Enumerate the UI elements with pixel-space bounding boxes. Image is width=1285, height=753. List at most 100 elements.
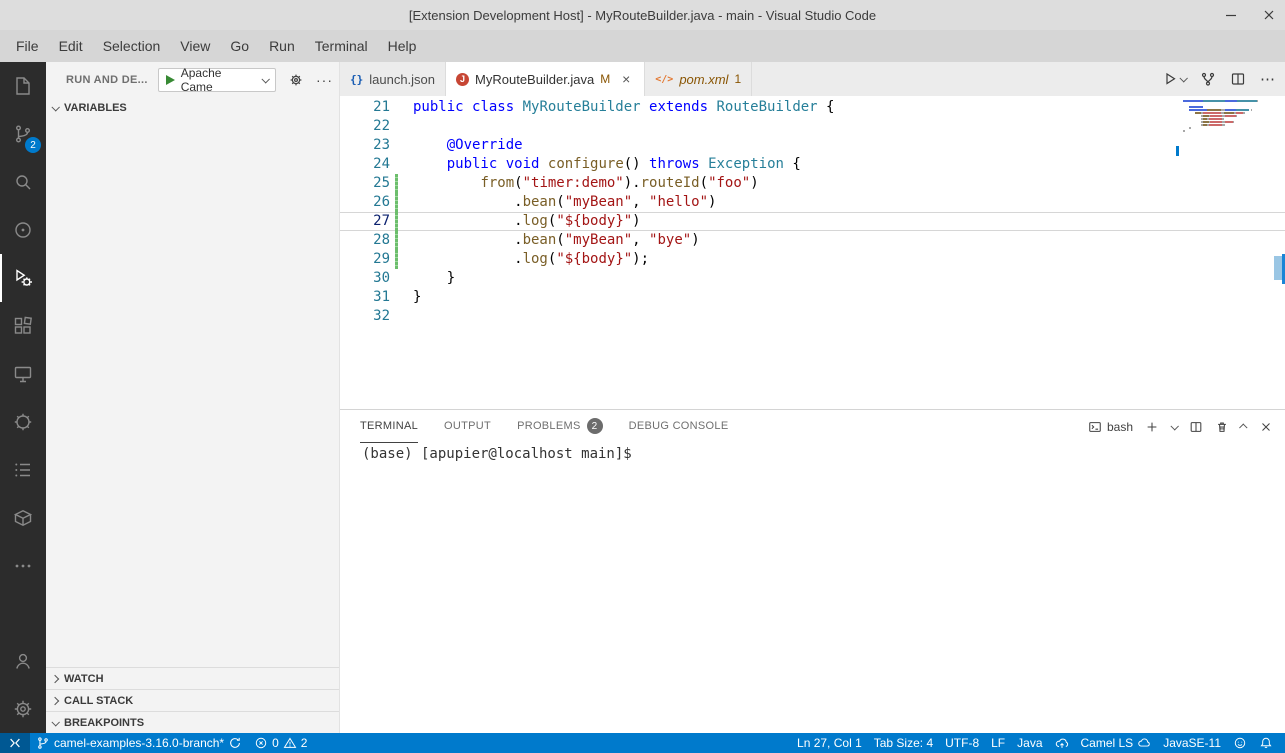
eol-status[interactable]: LF [985, 733, 1011, 753]
camel-ls-status[interactable]: Camel LS [1075, 733, 1158, 753]
breakpoint-gutter[interactable] [340, 117, 360, 136]
open-changes-icon[interactable] [1200, 71, 1216, 87]
sidebar-item-run-and-debug[interactable] [0, 254, 46, 302]
code-line[interactable]: 23 @Override [340, 136, 1285, 155]
sidebar-item-search[interactable] [0, 158, 46, 206]
watch-section-header[interactable]: WATCH [46, 667, 339, 689]
branch-icon [36, 736, 50, 750]
sidebar-item-remote-explorer[interactable] [0, 350, 46, 398]
overview-ruler[interactable] [1271, 96, 1285, 409]
sidebar-item-extensions[interactable] [0, 302, 46, 350]
start-debugging-icon[interactable] [166, 75, 175, 85]
launch-profile-chevron-icon[interactable] [1170, 422, 1178, 430]
feedback-status[interactable] [1227, 733, 1253, 753]
breakpoint-gutter[interactable] [340, 174, 360, 193]
code-line[interactable]: 30 } [340, 269, 1285, 288]
code-line[interactable]: 25 from("timer:demo").routeId("foo") [340, 174, 1285, 193]
kill-terminal-icon[interactable] [1215, 420, 1229, 434]
minimize-button[interactable] [1223, 7, 1239, 23]
sidebar-item-explorer[interactable] [0, 62, 46, 110]
menu-file[interactable]: File [6, 34, 49, 58]
menu-run[interactable]: Run [259, 34, 305, 58]
debug-config-dropdown[interactable]: Apache Came [158, 68, 276, 92]
tab-myroutebuilder-java[interactable]: J MyRouteBuilder.java M × [446, 62, 645, 96]
sidebar-item-camel[interactable] [0, 398, 46, 446]
sidebar-item-containers[interactable] [0, 494, 46, 542]
terminal-shell-picker[interactable]: bash [1088, 420, 1133, 434]
breakpoint-gutter[interactable] [340, 307, 360, 326]
cursor-position-status[interactable]: Ln 27, Col 1 [791, 733, 868, 753]
more-actions-icon[interactable]: ⋯ [1260, 70, 1275, 88]
indentation-status[interactable]: Tab Size: 4 [868, 733, 939, 753]
git-added-marker [395, 231, 398, 250]
line-number: 30 [360, 269, 390, 288]
breakpoint-gutter[interactable] [340, 98, 360, 117]
code-line[interactable]: 21public class MyRouteBuilder extends Ro… [340, 98, 1285, 117]
breakpoint-gutter[interactable] [340, 136, 360, 155]
git-added-marker [395, 193, 398, 212]
accounts-button[interactable] [0, 637, 46, 685]
new-terminal-icon[interactable] [1145, 420, 1159, 434]
code-line[interactable]: 26 .bean("myBean", "hello") [340, 193, 1285, 212]
tab-output[interactable]: OUTPUT [444, 410, 491, 443]
tab-launch-json[interactable]: {} launch.json [340, 62, 446, 96]
breakpoint-gutter[interactable] [340, 250, 360, 269]
code-line[interactable]: 28 .bean("myBean", "bye") [340, 231, 1285, 250]
breakpoint-gutter[interactable] [340, 231, 360, 250]
breakpoints-section-header[interactable]: BREAKPOINTS [46, 711, 339, 733]
breakpoint-gutter[interactable] [340, 288, 360, 307]
warning-icon [283, 736, 297, 750]
menu-bar: File Edit Selection View Go Run Terminal… [0, 30, 1285, 62]
code-line[interactable]: 22 [340, 117, 1285, 136]
scm-badge: 2 [25, 137, 41, 153]
views-and-more-actions-button[interactable]: ··· [316, 72, 333, 88]
close-tab-icon[interactable]: × [618, 71, 634, 87]
breakpoint-gutter[interactable] [340, 193, 360, 212]
git-branch-status[interactable]: camel-examples-3.16.0-branch* [30, 733, 248, 753]
code-line[interactable]: 32 [340, 307, 1285, 326]
sync-status[interactable] [1049, 733, 1075, 753]
manage-button[interactable] [0, 685, 46, 733]
sidebar-item-source-control[interactable]: 2 [0, 110, 46, 158]
minimap-slider[interactable] [1176, 146, 1179, 156]
remote-indicator[interactable] [0, 733, 30, 753]
minimap[interactable] [1183, 100, 1269, 136]
close-window-button[interactable] [1261, 7, 1277, 23]
code-line[interactable]: 24 public void configure() throws Except… [340, 155, 1285, 174]
sidebar-item-outline[interactable] [0, 446, 46, 494]
tab-debug-console[interactable]: DEBUG CONSOLE [629, 410, 729, 443]
sidebar-item-test-explorer[interactable] [0, 206, 46, 254]
language-mode-status[interactable]: Java [1011, 733, 1048, 753]
tab-terminal[interactable]: TERMINAL [360, 410, 418, 443]
menu-view[interactable]: View [170, 34, 220, 58]
notifications-button[interactable] [1253, 733, 1279, 753]
split-terminal-icon[interactable] [1189, 420, 1203, 434]
code-editor[interactable]: 21public class MyRouteBuilder extends Ro… [340, 96, 1285, 409]
maximize-panel-icon[interactable] [1239, 423, 1247, 431]
problems-status[interactable]: 0 2 [248, 733, 313, 753]
split-editor-icon[interactable] [1230, 71, 1246, 87]
tab-pom-xml[interactable]: </> pom.xml 1 [645, 62, 752, 96]
variables-section-header[interactable]: VARIABLES [46, 97, 339, 119]
menu-edit[interactable]: Edit [49, 34, 93, 58]
line-number: 22 [360, 117, 390, 136]
run-java-button[interactable] [1162, 71, 1186, 87]
java-runtime-status[interactable]: JavaSE-11 [1157, 733, 1227, 753]
code-line[interactable]: 29 .log("${body}"); [340, 250, 1285, 269]
breakpoint-gutter[interactable] [340, 212, 360, 231]
tab-problems[interactable]: PROBLEMS 2 [517, 410, 603, 443]
menu-selection[interactable]: Selection [93, 34, 171, 58]
menu-terminal[interactable]: Terminal [305, 34, 378, 58]
menu-go[interactable]: Go [220, 34, 259, 58]
breakpoint-gutter[interactable] [340, 269, 360, 288]
breakpoint-gutter[interactable] [340, 155, 360, 174]
call-stack-section-header[interactable]: CALL STACK [46, 689, 339, 711]
encoding-status[interactable]: UTF-8 [939, 733, 985, 753]
menu-help[interactable]: Help [378, 34, 427, 58]
open-launch-json-button[interactable] [288, 72, 304, 88]
close-panel-icon[interactable] [1259, 420, 1273, 434]
sidebar-item-more-views[interactable] [0, 542, 46, 590]
code-line[interactable]: 31} [340, 288, 1285, 307]
code-line[interactable]: 27 .log("${body}") [340, 212, 1285, 231]
terminal-view[interactable]: (base) [apupier@localhost main]$ [340, 443, 1285, 733]
